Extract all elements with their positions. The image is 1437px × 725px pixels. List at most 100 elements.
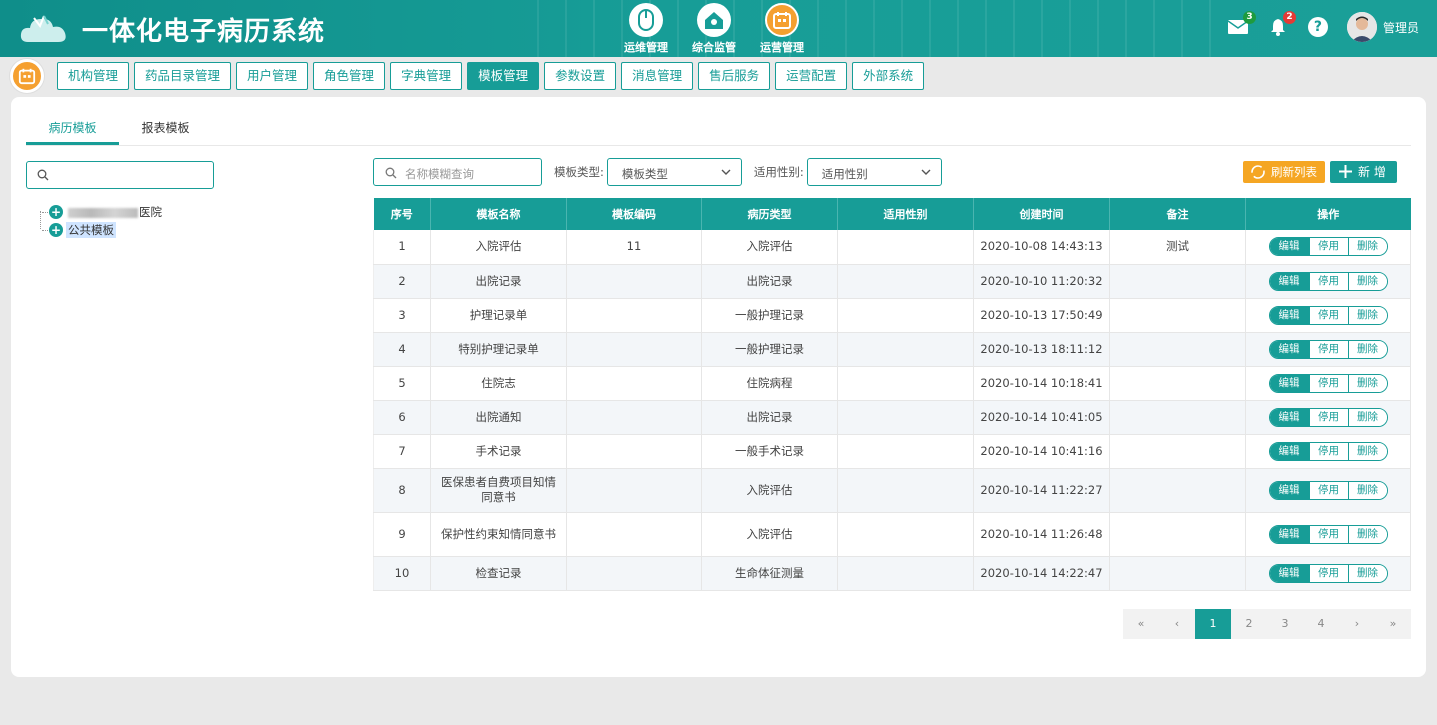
disable-button[interactable]: 停用 <box>1308 564 1348 582</box>
disable-button[interactable]: 停用 <box>1308 525 1348 543</box>
last-page-button[interactable]: » <box>1375 609 1411 639</box>
delete-button[interactable]: 删除 <box>1347 525 1387 543</box>
tree-node-public-template[interactable]: + 公共模板 <box>36 221 164 239</box>
edit-button[interactable]: 编辑 <box>1269 272 1309 290</box>
cell-code <box>566 332 702 367</box>
page-3-button[interactable]: 3 <box>1267 609 1303 639</box>
disable-button[interactable]: 停用 <box>1308 306 1348 324</box>
delete-button[interactable]: 删除 <box>1347 340 1387 358</box>
row-action-group: 编辑 停用 删除 <box>1268 563 1388 583</box>
delete-button[interactable]: 删除 <box>1347 272 1387 290</box>
menu-drug-catalog[interactable]: 药品目录管理 <box>134 62 232 90</box>
edit-button[interactable]: 编辑 <box>1269 408 1309 426</box>
help-icon[interactable]: ? <box>1307 16 1329 38</box>
cell-name: 特别护理记录单 <box>430 332 567 367</box>
menu-template[interactable]: 模板管理 <box>467 62 540 90</box>
menu-dictionary[interactable]: 字典管理 <box>390 62 463 90</box>
cell-index: 2 <box>373 264 431 299</box>
menu-role[interactable]: 角色管理 <box>313 62 386 90</box>
delete-button[interactable]: 删除 <box>1347 306 1387 324</box>
edit-button[interactable]: 编辑 <box>1269 481 1309 499</box>
disable-button[interactable]: 停用 <box>1308 481 1348 499</box>
app-header: 一体化电子病历系统 运维管理 综合监管 运营管理 3 2 ? 管理员 <box>0 0 1437 57</box>
table-row: 2 出院记录 出院记录 2020-10-10 11:20:32 编辑 停用 删除 <box>373 264 1411 299</box>
disable-button[interactable]: 停用 <box>1308 408 1348 426</box>
bell-icon[interactable]: 2 <box>1267 11 1296 38</box>
template-type-label: 模板类型: <box>554 165 604 179</box>
first-page-button[interactable]: « <box>1123 609 1159 639</box>
edit-button[interactable]: 编辑 <box>1269 306 1309 324</box>
name-search-input[interactable]: 名称模糊查询 <box>373 158 542 186</box>
cell-gender <box>837 264 974 299</box>
cell-gender <box>837 556 974 591</box>
topnav-supervision[interactable]: 综合监管 <box>680 3 748 55</box>
menu-after-sales[interactable]: 售后服务 <box>698 62 771 90</box>
delete-button[interactable]: 删除 <box>1347 238 1387 256</box>
delete-button[interactable]: 删除 <box>1347 481 1387 499</box>
redacted-text <box>68 207 138 218</box>
cell-name: 护理记录单 <box>430 298 567 333</box>
page-4-button[interactable]: 4 <box>1303 609 1339 639</box>
cell-record-type: 入院评估 <box>701 230 838 265</box>
menu-ops-config[interactable]: 运营配置 <box>775 62 848 90</box>
delete-button[interactable]: 删除 <box>1347 374 1387 392</box>
tab-report-template[interactable]: 报表模板 <box>119 115 212 145</box>
cell-code <box>566 512 702 557</box>
menu-org[interactable]: 机构管理 <box>57 62 130 90</box>
menu-params[interactable]: 参数设置 <box>544 62 617 90</box>
topnav-ops[interactable]: 运维管理 <box>612 3 680 55</box>
topnav-operation[interactable]: 运营管理 <box>748 3 816 55</box>
edit-button[interactable]: 编辑 <box>1269 238 1309 256</box>
tree-search-input[interactable] <box>26 161 214 189</box>
page-2-button[interactable]: 2 <box>1231 609 1267 639</box>
edit-button[interactable]: 编辑 <box>1269 442 1309 460</box>
row-action-group: 编辑 停用 删除 <box>1268 524 1388 544</box>
tree-node-hospital[interactable]: + 医院 <box>36 203 164 221</box>
table-row: 7 手术记录 一般手术记录 2020-10-14 10:41:16 编辑 停用 删除 <box>373 434 1411 469</box>
edit-button[interactable]: 编辑 <box>1269 374 1309 392</box>
top-nav: 运维管理 综合监管 运营管理 <box>612 3 816 55</box>
prev-page-button[interactable]: ‹ <box>1159 609 1195 639</box>
row-action-group: 编辑 停用 删除 <box>1268 339 1388 359</box>
disable-button[interactable]: 停用 <box>1308 238 1348 256</box>
cell-record-type: 一般护理记录 <box>701 332 838 367</box>
edit-button[interactable]: 编辑 <box>1269 340 1309 358</box>
edit-button[interactable]: 编辑 <box>1269 525 1309 543</box>
user-menu[interactable]: 管理员 <box>1346 12 1419 42</box>
template-type-select[interactable]: 模板类型 <box>606 158 742 186</box>
cell-actions: 编辑 停用 删除 <box>1245 434 1411 469</box>
delete-button[interactable]: 删除 <box>1347 408 1387 426</box>
add-label: 新 增 <box>1358 165 1386 179</box>
cell-actions: 编辑 停用 删除 <box>1245 332 1411 367</box>
cell-actions: 编辑 停用 删除 <box>1245 366 1411 401</box>
cell-record-type: 入院评估 <box>701 512 838 557</box>
disable-button[interactable]: 停用 <box>1308 442 1348 460</box>
app-title: 一体化电子病历系统 <box>82 17 326 47</box>
menu-external[interactable]: 外部系统 <box>852 62 925 90</box>
tab-medical-record-template[interactable]: 病历模板 <box>26 115 119 145</box>
table-row: 8 医保患者自费项目知情同意书 入院评估 2020-10-14 11:22:27 编辑停… <box>373 468 1411 513</box>
gender-select[interactable]: 适用性别 <box>806 158 942 186</box>
menu-user[interactable]: 用户管理 <box>236 62 309 90</box>
disable-button[interactable]: 停用 <box>1308 272 1348 290</box>
delete-button[interactable]: 删除 <box>1347 564 1387 582</box>
tree-dash <box>42 211 48 213</box>
page-1-button[interactable]: 1 <box>1195 609 1231 639</box>
menu-messages[interactable]: 消息管理 <box>621 62 694 90</box>
mail-icon[interactable]: 3 <box>1227 11 1256 38</box>
refresh-list-button[interactable]: 刷新列表 <box>1243 161 1325 183</box>
table-row: 6 出院通知 出院记录 2020-10-14 10:41:05 编辑 停用 删除 <box>373 400 1411 435</box>
next-page-button[interactable]: › <box>1339 609 1375 639</box>
cell-gender <box>837 230 974 265</box>
disable-button[interactable]: 停用 <box>1308 340 1348 358</box>
add-template-button[interactable]: 新 增 <box>1330 161 1397 183</box>
bell-badge: 2 <box>1282 11 1296 24</box>
cell-name: 医保患者自费项目知情同意书 <box>430 468 567 513</box>
cell-remark <box>1109 298 1246 333</box>
cell-name: 检查记录 <box>430 556 567 591</box>
disable-button[interactable]: 停用 <box>1308 374 1348 392</box>
edit-button[interactable]: 编辑 <box>1269 564 1309 582</box>
cell-remark <box>1109 264 1246 299</box>
row-action-group: 编辑 停用 删除 <box>1268 305 1388 325</box>
delete-button[interactable]: 删除 <box>1347 442 1387 460</box>
